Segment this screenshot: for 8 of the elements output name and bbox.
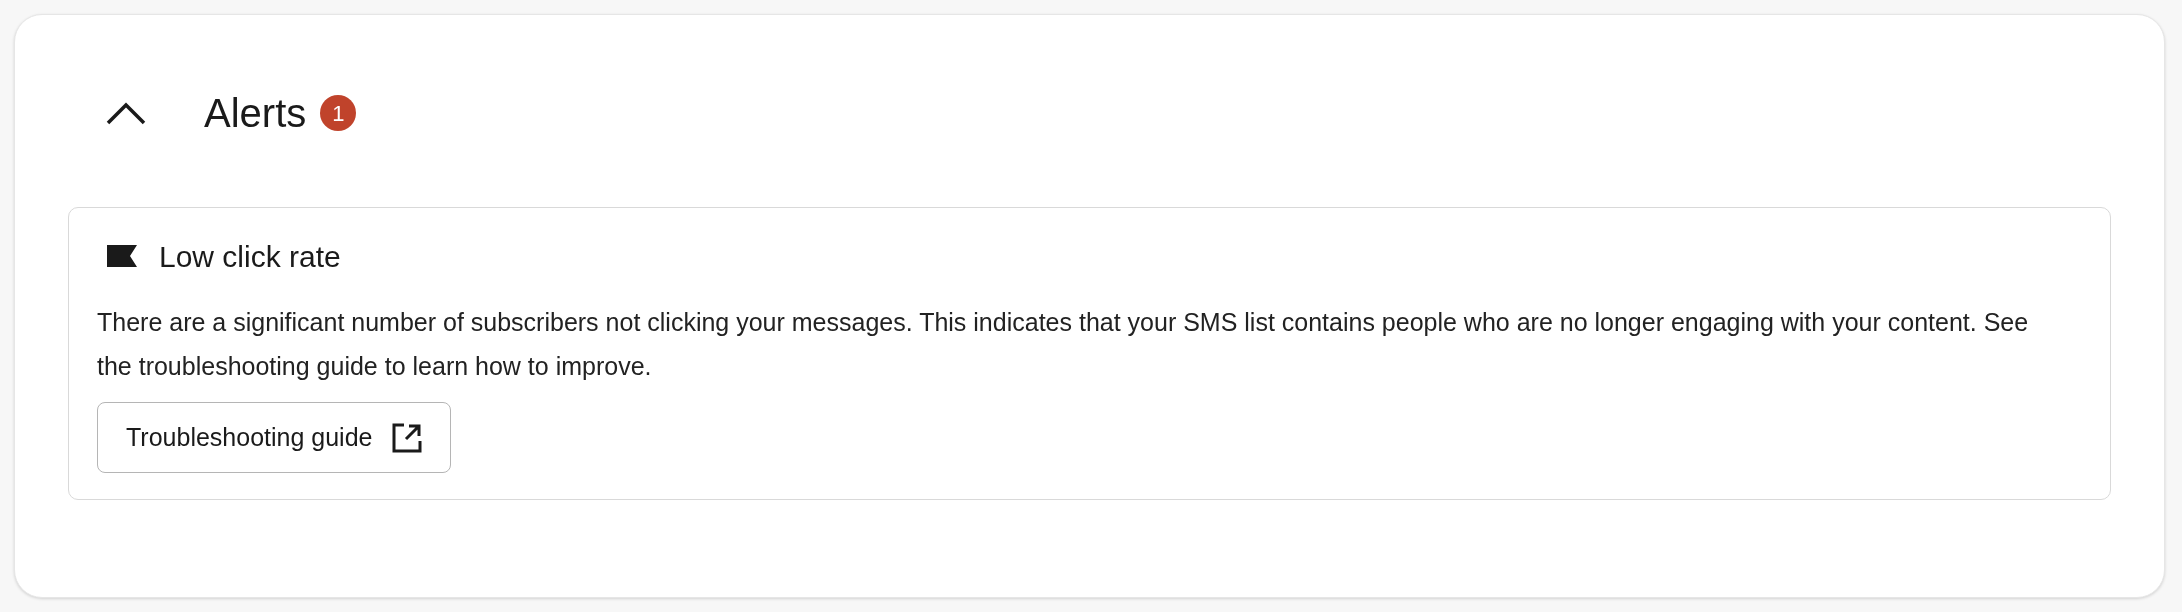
alert-message: There are a significant number of subscribers not clicking your messages. This indicates that your SMS list contains people who are no longer engaging with your content. See the troubleshooting guide to learn how to improve. bbox=[97, 307, 2030, 382]
flag-icon bbox=[107, 245, 137, 267]
alert-title: Low click rate bbox=[159, 238, 341, 275]
external-link-icon bbox=[392, 422, 423, 453]
count-badge: 1 bbox=[320, 95, 357, 131]
chevron-up-icon bbox=[106, 101, 146, 125]
section-title: Alerts bbox=[204, 90, 307, 137]
troubleshooting-guide-button[interactable]: Troubleshooting guide bbox=[97, 402, 452, 473]
